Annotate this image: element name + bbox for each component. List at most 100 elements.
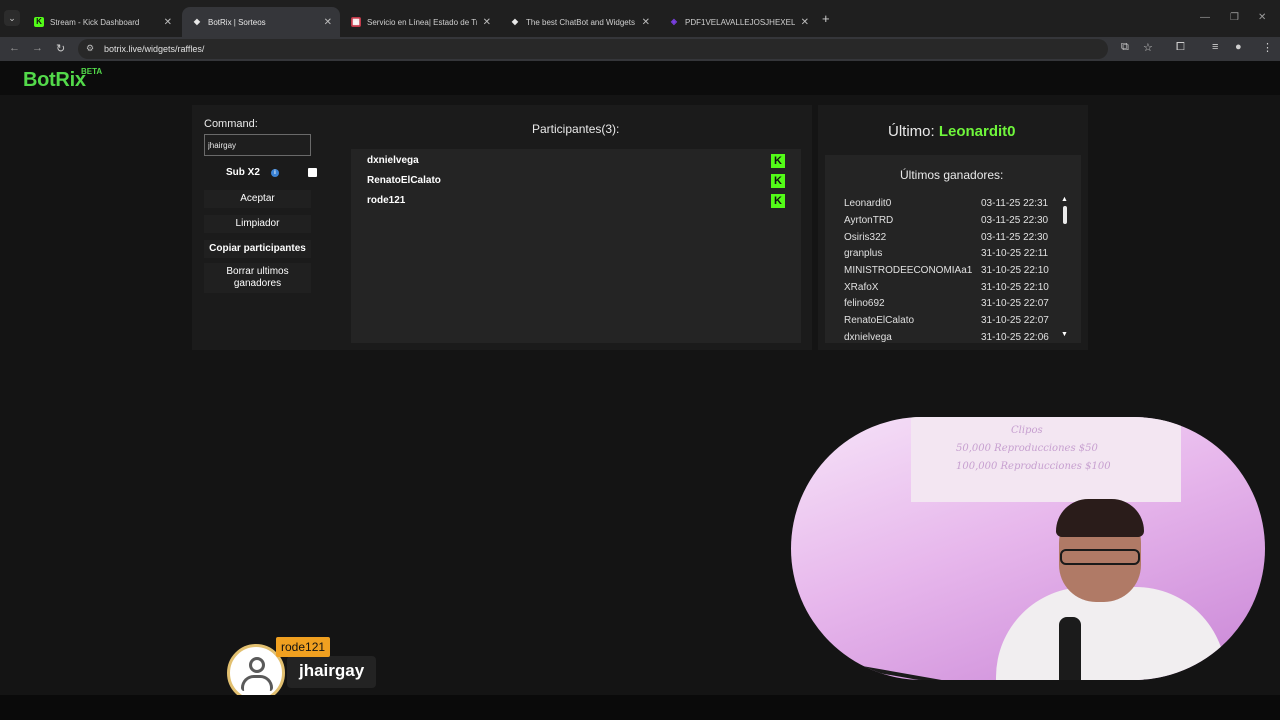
scroll-down-icon[interactable]: ▼ xyxy=(1061,331,1068,338)
site-info-icon[interactable]: ⚙ xyxy=(86,43,94,54)
browser-tab-strip: ⌄ K Stream - Kick Dashboard ✕ ◆ BotRix |… xyxy=(0,0,1280,37)
close-icon[interactable]: ✕ xyxy=(164,17,172,28)
tab-title: Servicio en Línea| Estado de Trá xyxy=(367,17,477,27)
kick-icon: K xyxy=(771,174,785,188)
kick-icon: K xyxy=(34,17,44,27)
webcam-overlay: Clipos 50,000 Reproducciones $50 100,000… xyxy=(791,417,1265,680)
raffle-panel: Command: Sub X2 i Aceptar Limpiador Copi… xyxy=(192,105,812,350)
winner-row: RenatoElCalato 31-10-25 22:07 xyxy=(844,315,1054,328)
tab-title: The best ChatBot and Widgets xyxy=(526,17,635,27)
botrix-icon: ◆ xyxy=(511,17,519,26)
winner-date: 03-11-25 22:30 xyxy=(981,215,1049,226)
tab-title: PDF1VELAVALLEJOSJHEXELART xyxy=(685,17,795,27)
info-icon[interactable]: i xyxy=(271,169,279,177)
winners-panel: Último: Leonardit0 Últimos ganadores: Le… xyxy=(818,105,1088,350)
user-icon-body xyxy=(241,675,273,691)
winner-date: 31-10-25 22:10 xyxy=(981,282,1049,293)
winner-date: 03-11-25 22:30 xyxy=(981,232,1049,243)
kick-icon: K xyxy=(771,154,785,168)
winner-name: RenatoElCalato xyxy=(844,315,915,326)
winner-name: granplus xyxy=(844,248,883,259)
participant-row[interactable]: rode121 K xyxy=(367,194,787,209)
winner-row: AyrtonTRD 03-11-25 22:30 xyxy=(844,215,1054,228)
pdf-icon: ◈ xyxy=(670,17,678,26)
restore-icon[interactable]: ❐ xyxy=(1230,12,1239,23)
winner-name: AyrtonTRD xyxy=(844,215,894,226)
app-header: BotRix BETA xyxy=(0,61,1280,95)
winner-name: dxnielvega xyxy=(844,332,892,343)
tab-best-chatbot[interactable]: ◆ The best ChatBot and Widgets ✕ xyxy=(500,7,658,37)
tab-servicio-en-linea[interactable]: ▦ Servicio en Línea| Estado de Trá ✕ xyxy=(341,7,499,37)
close-icon[interactable]: ✕ xyxy=(324,17,332,28)
tab-botrix-sorteos[interactable]: ◆ BotRix | Sorteos ✕ xyxy=(182,7,340,37)
winner-row: felino692 31-10-25 22:07 xyxy=(844,298,1054,311)
participant-name: dxnielvega xyxy=(367,155,419,166)
command-label: Command: xyxy=(204,118,258,130)
menu-kebab-icon[interactable]: ⋮ xyxy=(1262,41,1273,54)
profile-avatar-icon[interactable]: ● xyxy=(1235,41,1242,53)
participant-name: rode121 xyxy=(367,195,406,206)
winner-date: 03-11-25 22:31 xyxy=(981,198,1049,209)
winner-name: Osiris322 xyxy=(844,232,887,243)
scroll-up-icon[interactable]: ▲ xyxy=(1061,196,1068,203)
kick-icon: K xyxy=(771,194,785,208)
tab-title: BotRix | Sorteos xyxy=(208,17,266,27)
winner-date: 31-10-25 22:07 xyxy=(981,298,1049,309)
media-controls-icon[interactable]: ≡ xyxy=(1212,41,1218,53)
close-icon[interactable]: ✕ xyxy=(483,17,491,28)
winner-overlay-tag: rode121 xyxy=(276,637,331,657)
sub-x2-label: Sub X2 xyxy=(226,167,260,178)
winner-date: 31-10-25 22:06 xyxy=(981,332,1049,343)
command-input[interactable] xyxy=(204,134,311,156)
winner-row: granplus 31-10-25 22:11 xyxy=(844,248,1054,261)
winner-name: MINISTRODEECONOMIAa1 xyxy=(844,265,973,276)
microphone xyxy=(1059,617,1081,680)
streamer-glasses xyxy=(1060,549,1140,565)
winners-list[interactable]: Últimos ganadores: Leonardit0 03-11-25 22… xyxy=(825,155,1081,343)
new-tab-button[interactable]: + xyxy=(822,11,830,26)
translate-icon[interactable]: ⧉ xyxy=(1121,41,1129,54)
participants-list: dxnielvega K RenatoElCalato K rode121 K xyxy=(351,149,801,343)
forward-icon[interactable]: → xyxy=(32,42,43,54)
last-winner-label: Último: xyxy=(888,123,935,140)
address-bar[interactable]: ⚙ botrix.live/widgets/raffles/ xyxy=(78,39,1108,59)
bookmark-star-icon[interactable]: ☆ xyxy=(1143,41,1153,54)
whiteboard-text: 50,000 Reproducciones $50 xyxy=(956,443,1098,454)
close-icon[interactable]: ✕ xyxy=(642,17,650,28)
back-icon[interactable]: ← xyxy=(9,42,20,54)
participant-row[interactable]: dxnielvega K xyxy=(367,154,787,169)
sunarp-icon: ▦ xyxy=(351,17,361,27)
participant-name: RenatoElCalato xyxy=(367,175,441,186)
tab-search-icon[interactable]: ⌄ xyxy=(4,10,20,26)
last-winner: Último: Leonardit0 xyxy=(888,123,1016,140)
window-close-icon[interactable]: ✕ xyxy=(1258,12,1266,23)
tab-pdf[interactable]: ◈ PDF1VELAVALLEJOSJHEXELART ✕ xyxy=(659,7,817,37)
winner-name: XRafoX xyxy=(844,282,879,293)
tab-kick-dashboard[interactable]: K Stream - Kick Dashboard ✕ xyxy=(24,7,180,37)
botrix-logo[interactable]: BotRix xyxy=(23,69,86,92)
user-icon xyxy=(249,657,265,673)
participant-row[interactable]: RenatoElCalato K xyxy=(367,174,787,189)
close-icon[interactable]: ✕ xyxy=(801,17,809,28)
accept-button[interactable]: Aceptar xyxy=(204,190,311,208)
winner-row: MINISTRODEECONOMIAa1 31-10-25 22:10 xyxy=(844,265,1054,278)
winner-row: Osiris322 03-11-25 22:30 xyxy=(844,232,1054,245)
winner-date: 31-10-25 22:10 xyxy=(981,265,1049,276)
delete-winners-button[interactable]: Borrar ultimos ganadores xyxy=(204,263,311,293)
whiteboard: Clipos 50,000 Reproducciones $50 100,000… xyxy=(911,417,1181,502)
participants-title: Participantes(3): xyxy=(532,122,620,136)
winner-row: XRafoX 31-10-25 22:10 xyxy=(844,282,1054,295)
minimize-icon[interactable]: — xyxy=(1200,12,1210,23)
reload-icon[interactable]: ↻ xyxy=(56,42,65,55)
beta-badge: BETA xyxy=(81,67,103,76)
winner-row: Leonardit0 03-11-25 22:31 xyxy=(844,198,1054,211)
clear-button[interactable]: Limpiador xyxy=(204,215,311,233)
sub-x2-checkbox[interactable] xyxy=(308,168,317,177)
copy-participants-button[interactable]: Copiar participantes xyxy=(204,240,311,258)
last-winner-name: Leonardit0 xyxy=(938,123,1016,140)
scrollbar-thumb[interactable] xyxy=(1063,206,1067,224)
extensions-icon[interactable]: ⧠ xyxy=(1176,41,1185,54)
streamer-hair xyxy=(1056,499,1144,537)
winner-name: felino692 xyxy=(844,298,885,309)
winners-title: Últimos ganadores: xyxy=(900,168,1004,182)
